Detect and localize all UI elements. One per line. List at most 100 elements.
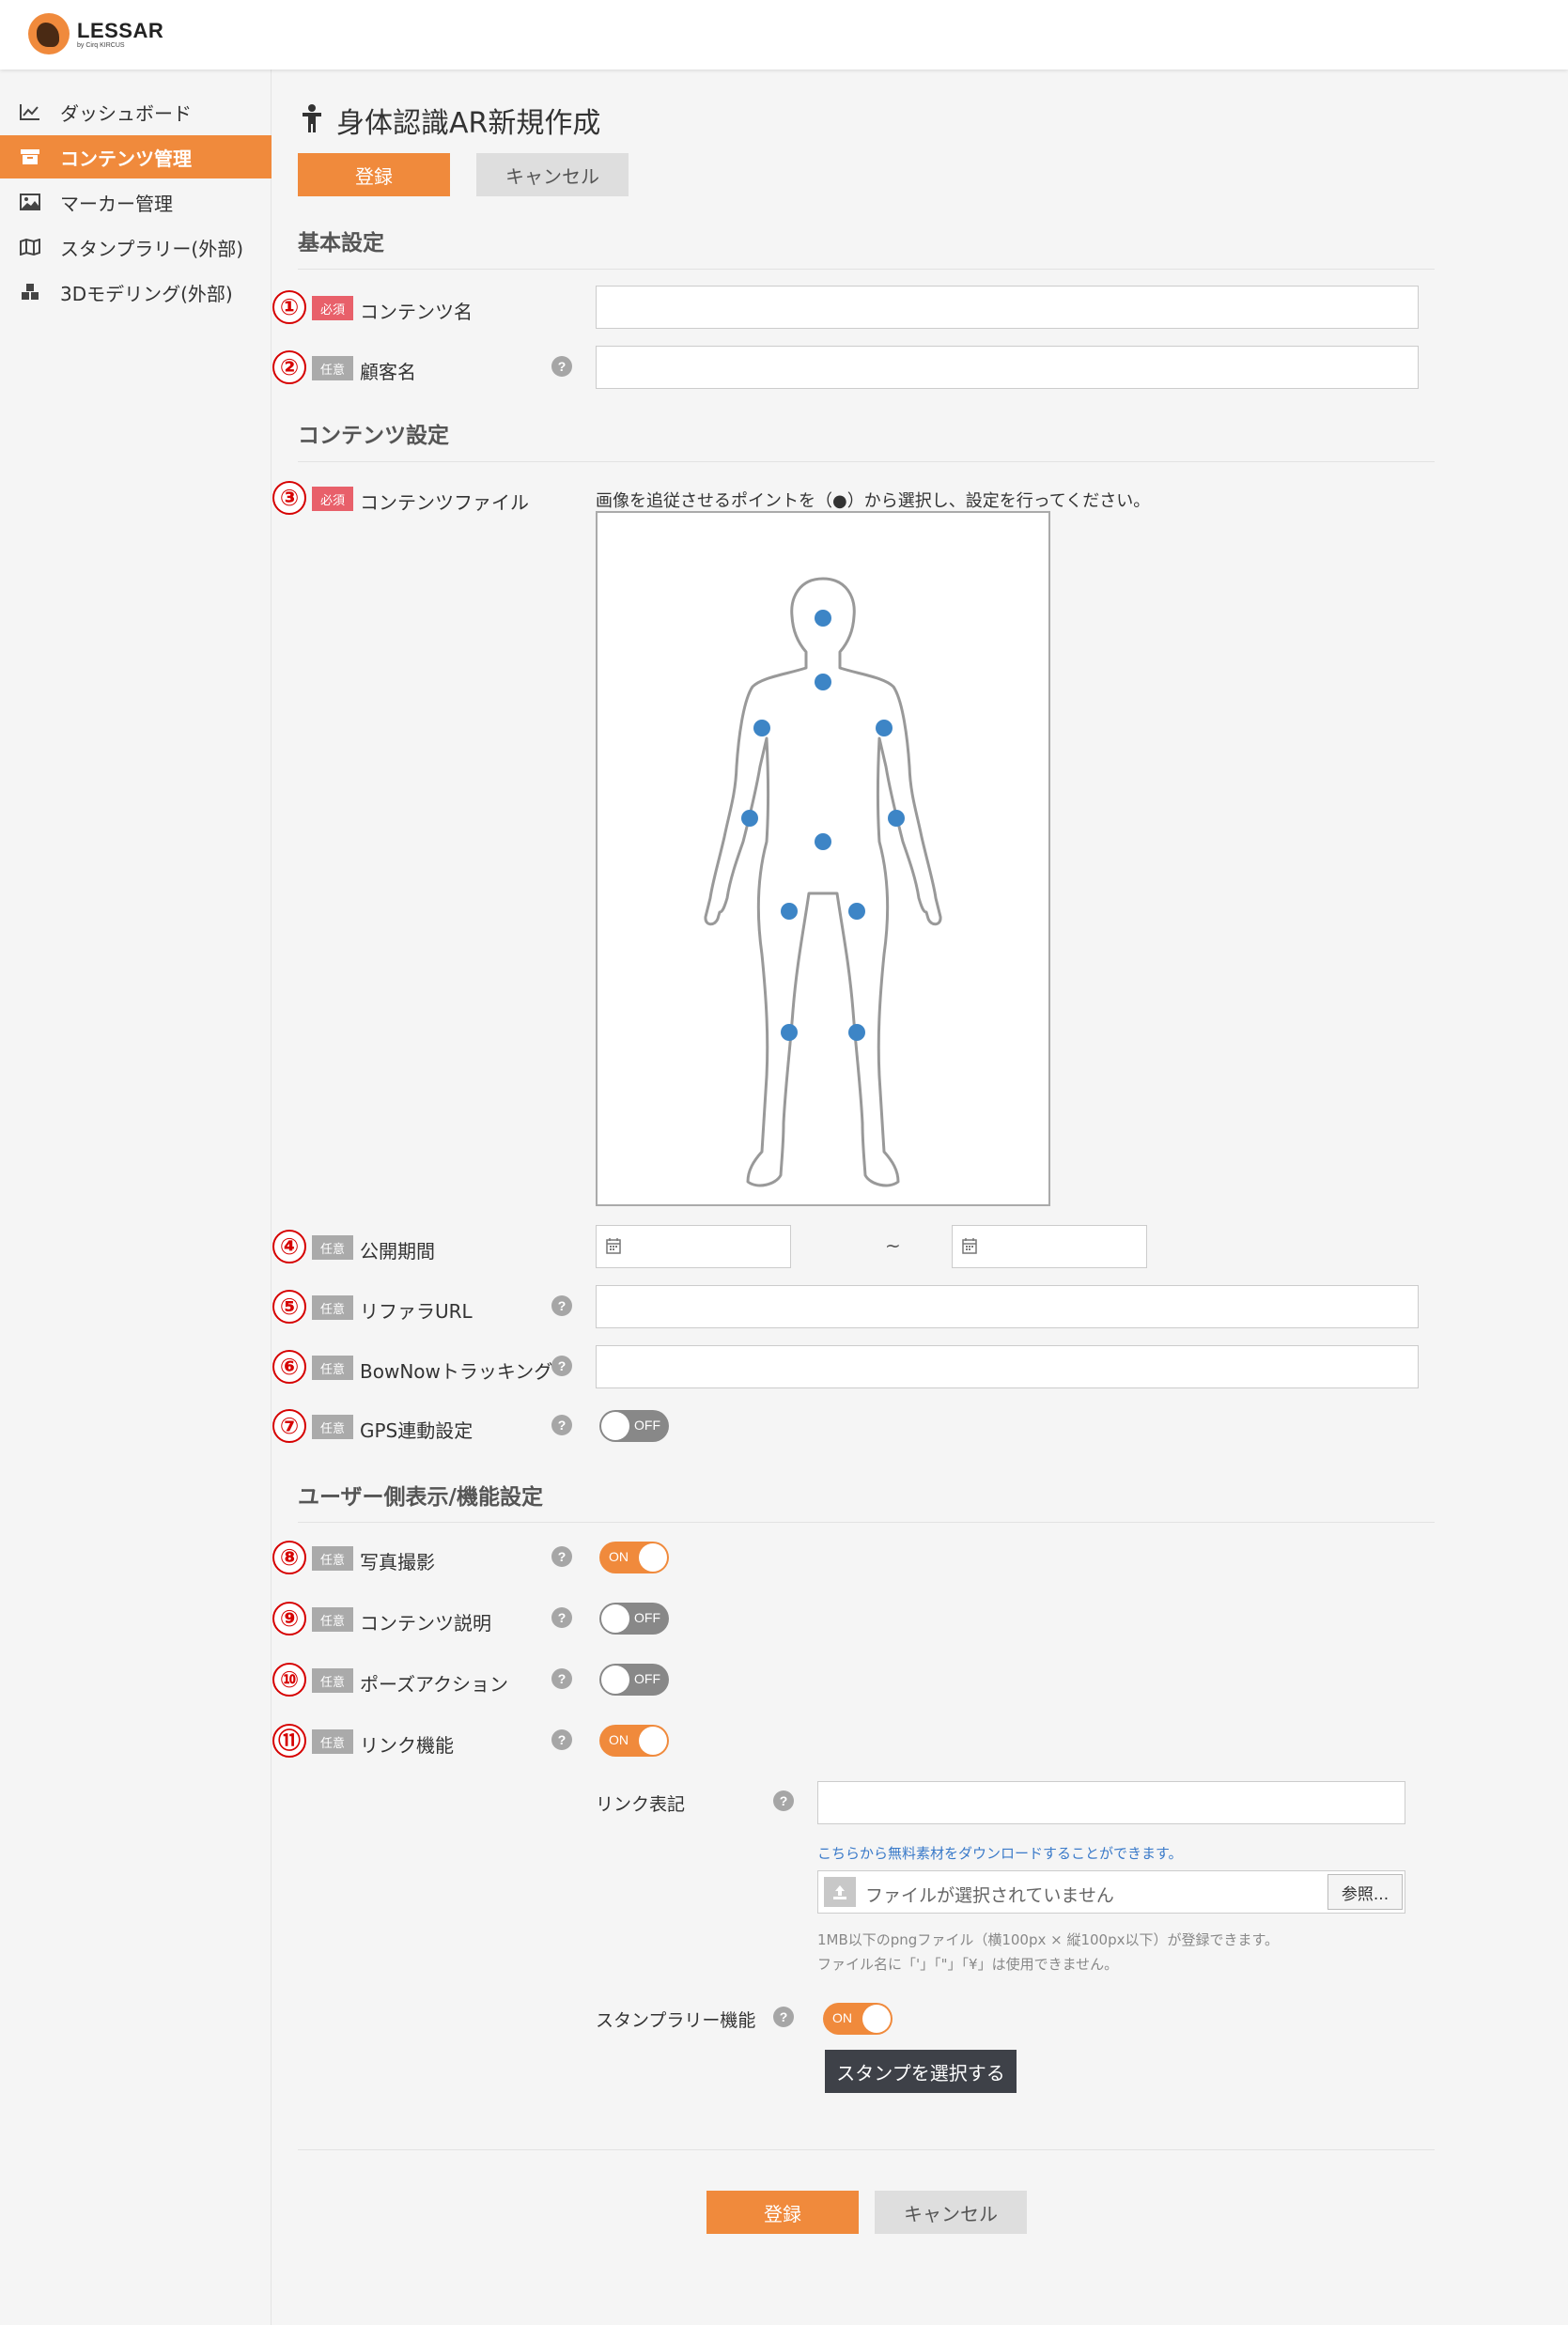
body-point-right-hip[interactable] xyxy=(848,903,865,920)
optional-badge: 任意 xyxy=(312,1295,353,1320)
logo-subtitle: by Cirq KIRCUS xyxy=(77,42,125,49)
sidebar-item-label: マーカー管理 xyxy=(60,192,173,215)
body-point-selector[interactable] xyxy=(596,511,1050,1206)
body-point-left-shoulder[interactable] xyxy=(753,720,770,736)
section-title-user-side: ユーザー側表示/機能設定 xyxy=(298,1485,543,1510)
sidebar-item-stamp-rally[interactable]: スタンプラリー(外部) xyxy=(0,225,272,269)
toggle-knob xyxy=(862,2005,891,2033)
body-point-right-shoulder[interactable] xyxy=(876,720,893,736)
publish-start-date-input[interactable] xyxy=(596,1225,791,1268)
cancel-button-top[interactable]: キャンセル xyxy=(476,153,629,196)
sidebar-item-label: ダッシュボード xyxy=(60,101,192,125)
optional-badge: 任意 xyxy=(312,1668,353,1693)
toggle-state: OFF xyxy=(634,1671,660,1686)
stamp-rally-toggle[interactable]: ON xyxy=(823,2003,893,2035)
toggle-knob xyxy=(639,1543,667,1572)
section-title-content: コンテンツ設定 xyxy=(298,424,449,448)
register-button-bottom[interactable]: 登録 xyxy=(706,2191,859,2234)
sidebar-item-marker-management[interactable]: マーカー管理 xyxy=(0,180,272,224)
toggle-knob xyxy=(639,1727,667,1755)
annotation-number: ⑪ xyxy=(272,1724,306,1758)
body-point-right-knee[interactable] xyxy=(848,1024,865,1041)
sidebar-item-content-management[interactable]: コンテンツ管理 xyxy=(0,135,272,178)
body-point-right-elbow[interactable] xyxy=(888,810,905,827)
file-upload-field[interactable]: ファイルが選択されていません 参照... xyxy=(817,1870,1405,1914)
browse-button[interactable]: 参照... xyxy=(1327,1874,1403,1910)
optional-badge: 任意 xyxy=(312,356,353,380)
content-description-toggle[interactable]: OFF xyxy=(599,1603,669,1635)
optional-badge: 任意 xyxy=(312,1607,353,1632)
help-icon[interactable]: ? xyxy=(551,1546,572,1567)
cancel-button-bottom[interactable]: キャンセル xyxy=(875,2191,1027,2234)
register-button-top[interactable]: 登録 xyxy=(298,153,450,196)
field-label: リンク機能 xyxy=(360,1734,454,1757)
help-icon[interactable]: ? xyxy=(551,1415,572,1435)
section-divider xyxy=(298,1522,1435,1523)
sidebar-item-3d-modeling[interactable]: 3Dモデリング(外部) xyxy=(0,271,272,314)
link-label-input[interactable] xyxy=(817,1781,1405,1824)
calendar-icon xyxy=(962,1237,977,1258)
annotation-number: ① xyxy=(272,290,306,324)
form-row-photo: ⑧ 任意 写真撮影 ? ON xyxy=(272,1539,1568,1576)
field-label: コンテンツファイル xyxy=(360,491,529,514)
sidebar: ダッシュボード コンテンツ管理 マーカー管理 スタンプラリー(外部) 3Dモデリ… xyxy=(0,70,272,2325)
help-icon[interactable]: ? xyxy=(551,1668,572,1689)
annotation-number: ⑨ xyxy=(272,1602,306,1635)
annotation-number: ⑤ xyxy=(272,1290,306,1324)
bownow-tracking-input[interactable] xyxy=(596,1345,1419,1388)
toggle-state: ON xyxy=(609,1732,629,1747)
help-icon[interactable]: ? xyxy=(551,1729,572,1750)
help-icon[interactable]: ? xyxy=(551,1295,572,1316)
annotation-number: ⑩ xyxy=(272,1663,306,1697)
customer-name-input[interactable] xyxy=(596,346,1419,389)
upload-icon xyxy=(824,1877,856,1907)
page-title-row: 身体認識AR新規作成 xyxy=(301,100,600,141)
referrer-url-input[interactable] xyxy=(596,1285,1419,1328)
file-placeholder: ファイルが選択されていません xyxy=(865,1885,1114,1906)
body-point-left-knee[interactable] xyxy=(781,1024,798,1041)
content-name-input[interactable] xyxy=(596,286,1419,329)
section-divider xyxy=(298,269,1435,270)
toggle-state: OFF xyxy=(634,1418,660,1433)
form-row-publish-period: ④ 任意 公開期間 ~ xyxy=(272,1225,1568,1272)
help-icon[interactable]: ? xyxy=(551,1356,572,1376)
publish-end-date-input[interactable] xyxy=(952,1225,1147,1268)
annotation-number: ③ xyxy=(272,481,306,515)
help-icon[interactable]: ? xyxy=(773,2007,794,2027)
toggle-state: ON xyxy=(609,1549,629,1564)
form-row-referrer-url: ⑤ 任意 リファラURL ? xyxy=(272,1285,1568,1332)
app-logo[interactable]: LESSAR by Cirq KIRCUS xyxy=(28,13,163,54)
body-point-neck[interactable] xyxy=(815,674,831,690)
form-row-gps: ⑦ 任意 GPS連動設定 ? OFF xyxy=(272,1407,1568,1445)
field-label: コンテンツ説明 xyxy=(360,1612,491,1635)
optional-badge: 任意 xyxy=(312,1546,353,1571)
body-point-left-hip[interactable] xyxy=(781,903,798,920)
optional-badge: 任意 xyxy=(312,1729,353,1754)
select-stamp-button[interactable]: スタンプを選択する xyxy=(825,2050,1017,2093)
body-point-waist[interactable] xyxy=(815,833,831,850)
top-header: LESSAR by Cirq KIRCUS xyxy=(0,0,1568,70)
field-label: ポーズアクション xyxy=(360,1673,508,1696)
body-point-head[interactable] xyxy=(815,610,831,627)
body-point-left-elbow[interactable] xyxy=(741,810,758,827)
sidebar-item-dashboard[interactable]: ダッシュボード xyxy=(0,90,272,133)
help-icon[interactable]: ? xyxy=(773,1790,794,1811)
optional-badge: 任意 xyxy=(312,1356,353,1380)
field-label: コンテンツ名 xyxy=(360,301,473,323)
toggle-knob xyxy=(601,1666,629,1694)
gps-toggle[interactable]: OFF xyxy=(599,1410,669,1442)
form-row-content-name: ① 必須 コンテンツ名 xyxy=(272,286,1568,333)
photo-toggle[interactable]: ON xyxy=(599,1542,669,1573)
form-row-bownow: ⑥ 任意 BowNowトラッキング ? xyxy=(272,1345,1568,1392)
link-toggle[interactable]: ON xyxy=(599,1725,669,1757)
help-icon[interactable]: ? xyxy=(551,1607,572,1628)
map-icon xyxy=(19,237,41,257)
field-label: 公開期間 xyxy=(360,1240,435,1263)
help-icon[interactable]: ? xyxy=(551,356,572,377)
chart-line-icon xyxy=(19,101,41,122)
free-material-download-link[interactable]: こちらから無料素材をダウンロードすることができます。 xyxy=(817,1843,1183,1863)
pose-action-toggle[interactable]: OFF xyxy=(599,1664,669,1696)
field-label: 写真撮影 xyxy=(360,1551,435,1573)
section-divider xyxy=(298,461,1435,462)
required-badge: 必須 xyxy=(312,487,353,511)
